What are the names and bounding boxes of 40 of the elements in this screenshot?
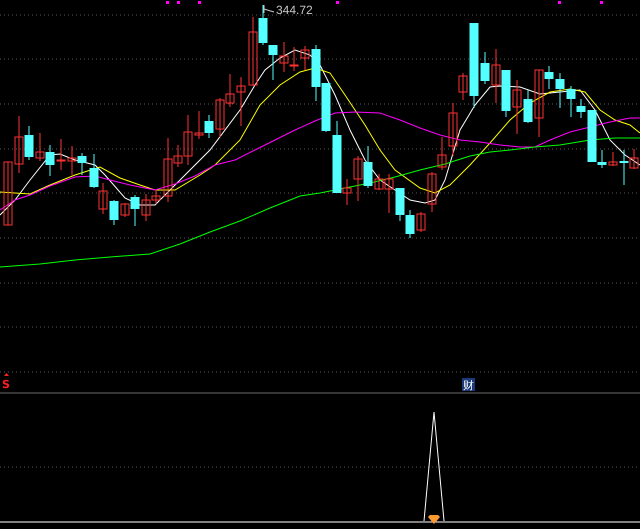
- candlestick: [354, 156, 362, 202]
- diamond-icon: [428, 515, 440, 524]
- finance-badge: 财: [462, 378, 475, 392]
- candlestick: [68, 146, 76, 176]
- candlestick: [480, 52, 490, 84]
- candlestick: [406, 210, 414, 238]
- candlestick: [204, 114, 214, 138]
- candlestick: [216, 98, 224, 138]
- candlestick: [194, 110, 204, 140]
- candlestick: [290, 46, 298, 72]
- candlestick: [56, 138, 66, 170]
- candlestick: [608, 152, 618, 166]
- candlestick: [36, 132, 44, 162]
- candlestick: [236, 76, 246, 126]
- candlestick: [90, 154, 98, 188]
- leader-line: [264, 4, 274, 14]
- candlestick: [396, 188, 404, 222]
- candlestick: [46, 144, 54, 176]
- candlestick: [448, 102, 458, 156]
- candlestick: [110, 200, 118, 226]
- candlestick: [428, 172, 436, 212]
- candlestick: [492, 48, 500, 104]
- candlestick: [300, 46, 310, 70]
- candlestick: [98, 182, 108, 214]
- candlestick: [312, 44, 320, 102]
- candlestick: [364, 146, 372, 188]
- candlestick: [512, 80, 522, 134]
- high-price-label: 344.72: [276, 3, 313, 17]
- candlestick: [280, 42, 288, 72]
- candlestick: [322, 82, 330, 132]
- candlestick: [268, 44, 278, 80]
- candlestick: [226, 74, 234, 108]
- candlestick: [524, 90, 532, 124]
- candlestick: [4, 162, 12, 226]
- candlestick: [556, 72, 564, 108]
- candlestick: [438, 136, 446, 170]
- candlestick: [502, 70, 510, 118]
- candlestick: [458, 72, 468, 100]
- candlestick: [416, 212, 426, 232]
- candlestick: [78, 152, 86, 176]
